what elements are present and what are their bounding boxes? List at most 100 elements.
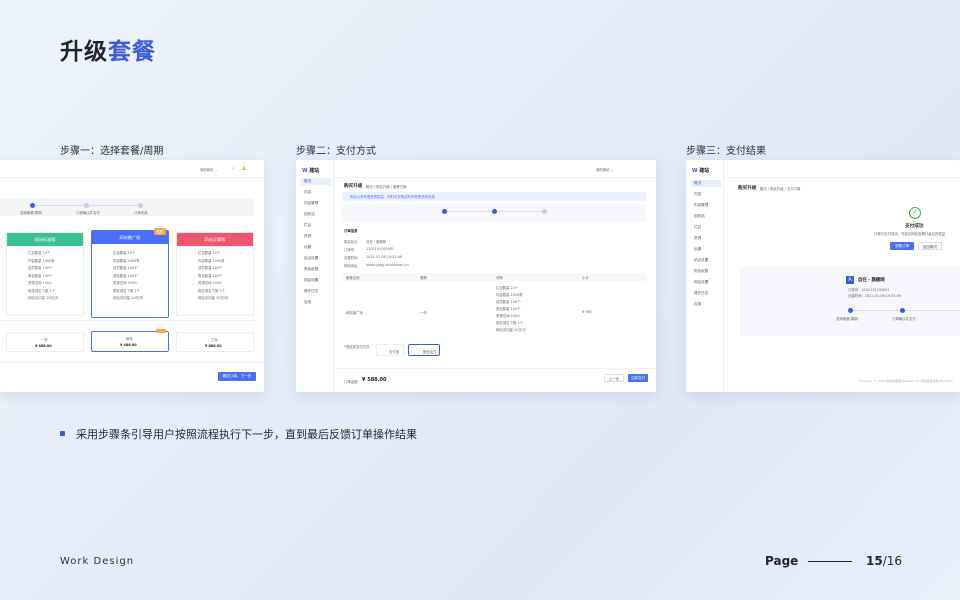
feature-item: 成员数量 100个 — [113, 266, 138, 270]
feature-item: 资源空间 100G — [198, 281, 222, 285]
sidebar-item[interactable]: 栏目 — [691, 224, 721, 231]
screenshot-step-two: W 建站 概况内容内容管理回收站栏目资源设置站点设置角色权限网站设置操作日志应用… — [296, 160, 656, 392]
progress-label: 选择套餐/周期 — [836, 317, 858, 321]
next-step-button[interactable]: 确定订单，下一步 — [218, 372, 256, 381]
feature-item: 栏目数量 10个 — [198, 251, 221, 255]
sidebar-item[interactable]: 角色权限 — [301, 266, 331, 273]
order-summary: A 自在 · 旗舰网 订单号：2102191200001 创建时间：2022-0… — [740, 266, 960, 336]
sidebar-item[interactable]: 角色权限 — [691, 268, 721, 275]
progress-dot — [542, 209, 547, 214]
progress-dot — [30, 203, 35, 208]
progress-dot — [442, 209, 447, 214]
period-card-selected[interactable]: 两年 ¥ 488.00 — [91, 329, 169, 352]
recommend-badge: 推荐 — [153, 228, 166, 235]
site-icon: A — [846, 276, 854, 284]
sidebar-item[interactable]: 操作日志 — [691, 290, 721, 297]
feature-item: 内容数量 1000条 — [198, 258, 225, 263]
pay-now-button[interactable]: 立即支付 — [628, 374, 648, 382]
info-key: 创建时间 — [344, 256, 358, 260]
progress-label: 订单确认并支付 — [892, 317, 916, 321]
feature-item: 成员数量 100个 — [496, 300, 521, 304]
view-order-button[interactable]: 查看订单 — [890, 242, 914, 250]
wechat-pay-option[interactable]: 微信支付 — [408, 344, 440, 356]
feature-item: 栏目数量 10个 — [28, 251, 51, 255]
logo: W 建站 — [302, 168, 320, 174]
screenshot-step-three: W 建站 概况内容内容管理回收站栏目资源设置站点设置角色权限网站设置操作日志应用… — [686, 160, 960, 392]
feature-item: 资源空间 100G — [113, 281, 137, 285]
plan-name: 网站标准版 — [7, 233, 83, 246]
step-two-label: 步骤二：支付方式 — [296, 146, 376, 157]
sidebar-item[interactable]: 资源 — [301, 233, 331, 240]
back-overview-button[interactable]: 返回概况 — [918, 242, 942, 250]
site-name: 自在 · 旗舰网 — [858, 278, 885, 283]
info-key: 订单号 — [344, 248, 355, 252]
progress-dot — [848, 308, 853, 313]
feature-item: 网站访问量 20次/天 — [28, 296, 59, 300]
sidebar-item[interactable]: 设置 — [301, 244, 331, 251]
info-value: 2102191200001 — [366, 247, 395, 251]
plan-name: 网站至尊版 — [177, 233, 253, 246]
sidebar-item[interactable]: 网站设置 — [691, 279, 721, 286]
success-title: 支付成功 — [905, 224, 924, 229]
sidebar-item[interactable]: 设置 — [691, 246, 721, 253]
pay-label: *请选择支付方式 — [344, 345, 370, 349]
total-amount: ¥ 588.00 — [362, 377, 387, 383]
page-label: Page — [765, 554, 799, 568]
topbar — [724, 160, 960, 178]
info-value: 2022-01-08 19:51:49 — [366, 255, 403, 259]
sidebar-item[interactable]: 概况 — [691, 180, 721, 187]
footer-brand: Work Design — [60, 556, 135, 567]
order-number: 订单号：2102191200001 — [848, 288, 890, 292]
feature-item: 网站访问量 20次/天 — [113, 296, 144, 300]
progress-dot — [84, 203, 89, 208]
notice-bar: 购买以享有更多的权益，同时可在购买时享受更多的优惠 — [342, 192, 646, 201]
sidebar-item[interactable]: 内容管理 — [691, 202, 721, 209]
alipay-option[interactable]: 支付宝 — [376, 344, 404, 356]
logo: W 建站 — [692, 168, 710, 174]
sidebar: W 建站 概况内容内容管理回收站栏目资源设置站点设置角色权限网站设置操作日志应用 — [686, 160, 724, 392]
feature-item: 栏目数量 10个 — [113, 251, 136, 255]
feature-item: 角色数量 100个 — [28, 273, 53, 278]
total-label: 订单金额： — [344, 380, 361, 384]
feature-item: 内容数量 1000条 — [28, 258, 55, 263]
feature-item: 绑定域名个数 1个 — [113, 288, 140, 293]
feature-item: 角色数量 100个 — [496, 307, 521, 311]
info-value: https://wgj.ziyuhuiben.cn — [366, 263, 409, 267]
sidebar-item[interactable]: 应用 — [691, 301, 721, 308]
breadcrumb: 概况 / 购买升级 / 套餐方案 — [366, 185, 407, 189]
sidebar-item[interactable]: 概况 — [301, 178, 331, 185]
section-title: 订单信息 — [344, 229, 358, 233]
feature-item: 栏目数量 10个 — [496, 286, 519, 290]
sidebar-item[interactable]: 栏目 — [301, 222, 331, 229]
feature-item: 绑定域名个数 1个 — [198, 288, 225, 293]
sidebar-item[interactable]: 资源 — [691, 235, 721, 242]
feature-item: 内容数量 1000条 — [113, 258, 140, 263]
prev-step-button[interactable]: 上一步 — [604, 374, 624, 382]
sidebar-item[interactable]: 操作日志 — [301, 288, 331, 295]
page-title: 升级套餐 — [60, 39, 156, 65]
progress-label: 订单完成 — [134, 211, 148, 215]
sidebar-item[interactable]: 站点设置 — [301, 255, 331, 262]
table-header: 周期 — [420, 276, 427, 280]
period-card[interactable]: 三年 ¥ 888.00 — [176, 332, 254, 352]
sidebar-item[interactable]: 内容 — [301, 189, 331, 196]
progress-dot — [138, 203, 143, 208]
sidebar-item[interactable]: 回收站 — [301, 211, 331, 218]
sidebar-item[interactable]: 应用 — [301, 299, 331, 306]
success-check-icon: ✓ — [909, 207, 921, 219]
sidebar-item[interactable]: 内容 — [691, 191, 721, 198]
sidebar-item[interactable]: 回收站 — [691, 213, 721, 220]
feature-item: 网站访问量 20次/天 — [496, 328, 527, 332]
sidebar-item[interactable]: 内容管理 — [301, 200, 331, 207]
step-one-label: 步骤一：选择套餐/周期 — [60, 146, 164, 157]
sidebar-item[interactable]: 站点设置 — [691, 257, 721, 264]
bullet-icon — [60, 431, 65, 436]
caption: 采用步骤条引导用户按照流程执行下一步，直到最后反馈订单操作结果 — [76, 428, 417, 441]
progress-dot — [492, 209, 497, 214]
feature-item: 成员数量 100个 — [198, 266, 223, 270]
page-title: 购买升级 — [738, 186, 757, 191]
sidebar-item[interactable]: 网站设置 — [301, 277, 331, 284]
divider — [808, 561, 852, 562]
period-card[interactable]: 一年 ¥ 488.00 — [6, 332, 84, 352]
info-value: 自在 · 旗舰网 — [366, 240, 387, 244]
